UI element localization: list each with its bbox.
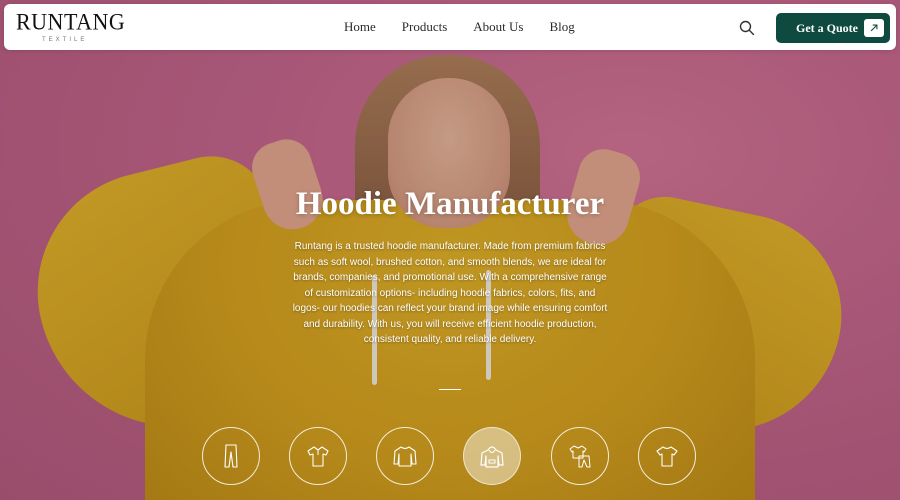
category-t-shirt[interactable] [638, 427, 696, 485]
nav-link-about-us[interactable]: About Us [473, 19, 523, 35]
category-sweatshirt[interactable] [376, 427, 434, 485]
navbar: RUNTANG TEXTILE Home Products About Us B… [4, 4, 896, 50]
leggings-icon [224, 444, 238, 468]
brand-tagline: TEXTILE [42, 37, 88, 43]
brand-logo[interactable]: RUNTANG TEXTILE [16, 8, 126, 46]
search-icon [739, 20, 755, 36]
nav-link-products[interactable]: Products [402, 19, 448, 35]
hero-description: Runtang is a trusted hoodie manufacturer… [292, 241, 608, 345]
hero-divider [439, 389, 461, 390]
category-tracksuit[interactable] [551, 427, 609, 485]
arrow-up-right-icon [864, 19, 884, 37]
t-shirt-icon [656, 446, 678, 467]
hero-title: Hoodie Manufacturer [295, 186, 605, 222]
nav-link-home[interactable]: Home [344, 19, 376, 35]
polo-shirt-icon [307, 446, 329, 467]
nav-links: Home Products About Us Blog [344, 4, 575, 50]
category-polo-shirt[interactable] [289, 427, 347, 485]
get-a-quote-label: Get a Quote [796, 21, 858, 35]
category-hoodie[interactable] [463, 427, 521, 485]
sweatshirt-icon [393, 446, 417, 467]
nav-link-blog[interactable]: Blog [549, 19, 574, 35]
tracksuit-icon [569, 445, 591, 468]
get-a-quote-button[interactable]: Get a Quote [776, 13, 890, 43]
brand-name: RUNTANG [16, 8, 126, 35]
hoodie-icon [480, 446, 504, 468]
search-button[interactable] [738, 19, 756, 37]
category-leggings[interactable] [202, 427, 260, 485]
